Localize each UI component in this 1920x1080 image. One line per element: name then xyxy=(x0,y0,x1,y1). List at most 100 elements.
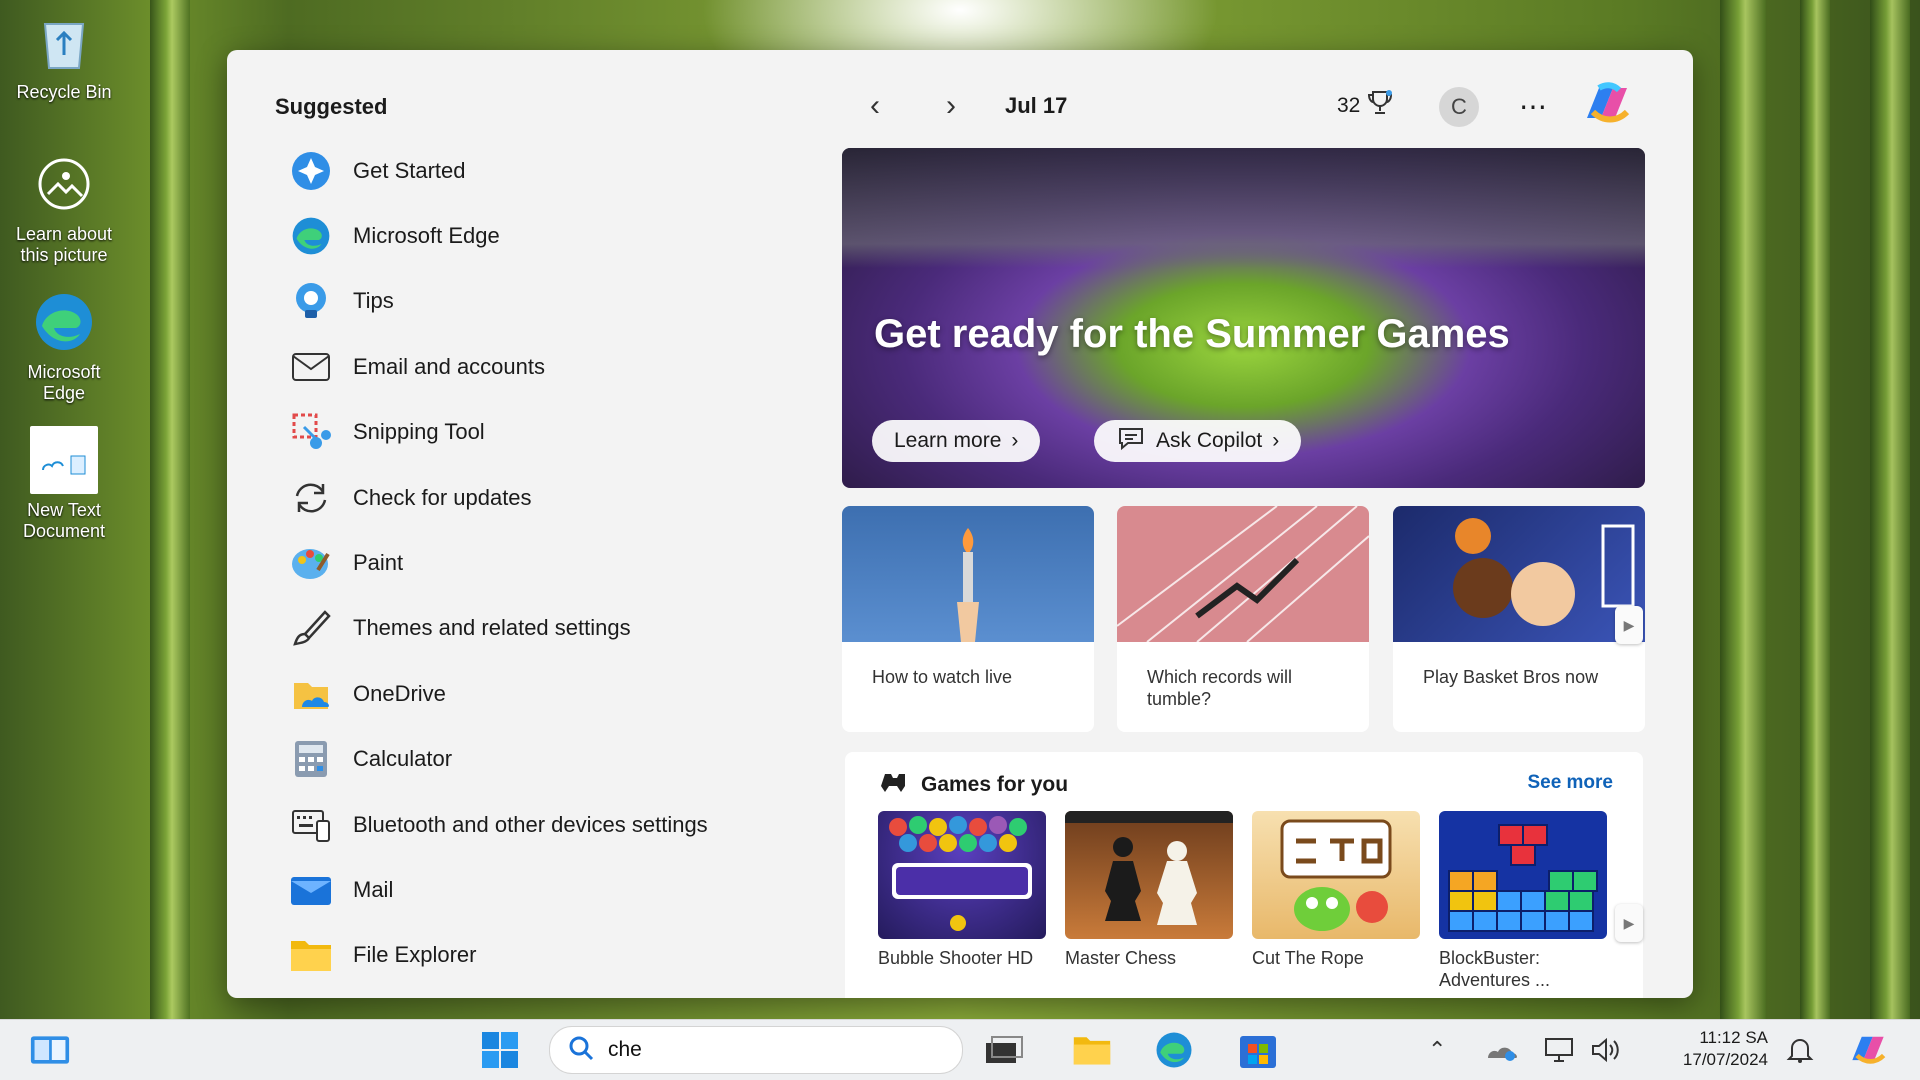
get-started-icon xyxy=(289,149,333,193)
wallpaper-bamboo xyxy=(1870,0,1910,1080)
start-menu-panel: Suggested Get Started Microsoft Edge Tip… xyxy=(227,50,1693,998)
taskbar-clock[interactable]: 11:12 SA 17/07/2024 xyxy=(1648,1027,1768,1071)
games-scroll-right-button[interactable]: ▶ xyxy=(1615,904,1643,942)
clock-date: 17/07/2024 xyxy=(1682,1050,1768,1069)
network-icon[interactable] xyxy=(1544,1020,1574,1080)
snipping-tool-icon xyxy=(289,410,333,454)
taskbar-search-box[interactable] xyxy=(549,1026,963,1074)
volume-icon[interactable] xyxy=(1590,1020,1622,1080)
news-card[interactable]: Play Basket Bros now xyxy=(1393,506,1645,732)
suggested-item-label: Bluetooth and other devices settings xyxy=(353,811,708,837)
next-button[interactable]: › xyxy=(931,89,971,123)
suggested-item-snipping-tool[interactable]: Snipping Tool xyxy=(289,400,708,465)
notification-icon[interactable] xyxy=(1786,1020,1814,1080)
game-thumbnail xyxy=(1439,811,1607,939)
games-title: Games for you xyxy=(921,773,1069,796)
suggested-item-file-explorer[interactable]: File Explorer xyxy=(289,923,708,988)
cards-scroll-right-button[interactable]: ▶ xyxy=(1615,606,1643,644)
paint-icon xyxy=(289,541,333,585)
ask-copilot-button[interactable]: Ask Copilot › xyxy=(1094,420,1302,462)
refresh-icon xyxy=(289,476,333,520)
onedrive-tray-icon[interactable] xyxy=(1484,1020,1518,1080)
game-tile[interactable]: Bubble Shooter HD xyxy=(878,811,1048,969)
game-thumbnail xyxy=(878,811,1046,939)
suggested-item-themes[interactable]: Themes and related settings xyxy=(289,596,708,661)
desktop-icon-label: Microsoft Edge xyxy=(27,362,101,403)
search-icon xyxy=(568,1035,594,1066)
desktop-icon-label: Learn about this picture xyxy=(15,224,113,265)
suggested-item-calculator[interactable]: Calculator xyxy=(289,727,708,792)
desktop-icon-text-document[interactable]: New Text Document xyxy=(4,426,124,542)
suggested-item-label: Get Started xyxy=(353,157,466,183)
desktop-icon-label: New Text Document xyxy=(22,500,106,541)
suggested-item-paint[interactable]: Paint xyxy=(289,530,708,595)
games-heading: Games for you xyxy=(881,770,1068,800)
rewards-points[interactable]: 32 xyxy=(1337,88,1394,124)
suggested-heading: Suggested xyxy=(275,94,388,119)
suggested-item-tips[interactable]: Tips xyxy=(289,269,708,334)
suggested-item-label: Email and accounts xyxy=(353,353,545,379)
widgets-nav: ‹ › Jul 17 xyxy=(855,88,1067,124)
trophy-icon xyxy=(1366,89,1394,123)
suggested-item-get-started[interactable]: Get Started xyxy=(289,138,708,203)
news-card-title: Play Basket Bros now xyxy=(1423,667,1599,687)
tips-icon xyxy=(289,279,333,323)
hero-card[interactable]: Get ready for the Summer Games Learn mor… xyxy=(842,148,1645,488)
desktop-icon-recycle-bin[interactable]: Recycle Bin xyxy=(4,8,124,103)
suggested-item-email-accounts[interactable]: Email and accounts xyxy=(289,334,708,399)
edge-taskbar-icon[interactable] xyxy=(1154,1030,1194,1070)
prev-button[interactable]: ‹ xyxy=(855,89,895,123)
widgets-taskbar-icon[interactable] xyxy=(30,1030,70,1070)
devices-icon xyxy=(289,803,333,847)
file-explorer-taskbar-icon[interactable] xyxy=(1072,1030,1112,1070)
news-card-title: How to watch live xyxy=(872,667,1013,687)
running-track-image xyxy=(1117,506,1369,643)
mail-icon xyxy=(289,868,333,912)
calculator-icon xyxy=(289,737,333,781)
learn-more-button[interactable]: Learn more › xyxy=(872,420,1041,462)
suggested-item-label: Snipping Tool xyxy=(353,419,485,445)
game-thumbnail xyxy=(1065,811,1233,939)
game-tile[interactable]: Master Chess xyxy=(1065,811,1235,969)
game-name: Cut The Rope xyxy=(1252,948,1364,968)
avatar[interactable]: C xyxy=(1439,87,1479,127)
game-tile[interactable]: Cut The Rope xyxy=(1252,811,1422,969)
text-document-icon xyxy=(30,426,98,494)
suggested-item-onedrive[interactable]: OneDrive xyxy=(289,661,708,726)
chevron-right-icon: › xyxy=(1272,429,1280,452)
news-card[interactable]: How to watch live xyxy=(842,506,1094,732)
games-section: Games for you See more Bubble Shooter HD… xyxy=(845,752,1643,998)
news-card[interactable]: Which records will tumble? xyxy=(1117,506,1369,732)
hero-stadium-stands xyxy=(842,148,1645,268)
suggested-item-bluetooth[interactable]: Bluetooth and other devices settings xyxy=(289,792,708,857)
copilot-icon[interactable] xyxy=(1579,82,1635,133)
suggested-item-label: Check for updates xyxy=(353,484,532,510)
start-windows-icon[interactable] xyxy=(480,1030,520,1070)
game-name: Bubble Shooter HD xyxy=(878,948,1034,968)
store-taskbar-icon[interactable] xyxy=(1238,1030,1278,1070)
suggested-item-label: Calculator xyxy=(353,746,453,772)
copilot-taskbar-icon[interactable] xyxy=(1846,1020,1890,1080)
suggested-item-check-updates[interactable]: Check for updates xyxy=(289,465,708,530)
suggested-item-label: File Explorer xyxy=(353,942,477,968)
hero-title: Get ready for the Summer Games xyxy=(874,312,1510,356)
see-more-link[interactable]: See more xyxy=(1527,772,1613,794)
desktop-icon-edge[interactable]: Microsoft Edge xyxy=(4,288,124,404)
desktop-icon-learn-picture[interactable]: Learn about this picture xyxy=(4,150,124,266)
tray-overflow-icon[interactable]: ⌃ xyxy=(1428,1020,1446,1080)
suggested-item-label: Paint xyxy=(353,550,404,576)
suggested-item-label: OneDrive xyxy=(353,680,446,706)
search-input[interactable] xyxy=(606,1037,930,1063)
gamepad-icon xyxy=(881,770,909,800)
suggested-list: Get Started Microsoft Edge Tips Email an… xyxy=(289,138,708,988)
suggested-item-label: Mail xyxy=(353,876,394,902)
mail-outline-icon xyxy=(289,345,333,389)
onedrive-icon xyxy=(289,672,333,716)
suggested-item-mail[interactable]: Mail xyxy=(289,857,708,922)
more-options-button[interactable]: ⋯ xyxy=(1519,88,1549,124)
suggested-item-edge[interactable]: Microsoft Edge xyxy=(289,203,708,268)
suggested-item-label: Themes and related settings xyxy=(353,615,631,641)
task-view-icon[interactable] xyxy=(984,1030,1024,1070)
game-tile[interactable]: BlockBuster: Adventures ... xyxy=(1439,811,1609,991)
chat-icon xyxy=(1116,425,1146,457)
